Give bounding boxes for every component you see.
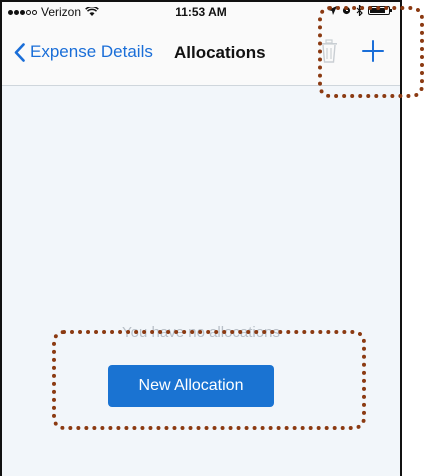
- page-title: Allocations: [174, 43, 266, 62]
- back-button-label: Expense Details: [30, 42, 153, 61]
- highlight-box-new-allocation: [52, 330, 366, 430]
- highlight-box-top-right: [318, 6, 424, 98]
- back-button[interactable]: Expense Details: [14, 42, 153, 62]
- chevron-left-icon: [14, 42, 25, 62]
